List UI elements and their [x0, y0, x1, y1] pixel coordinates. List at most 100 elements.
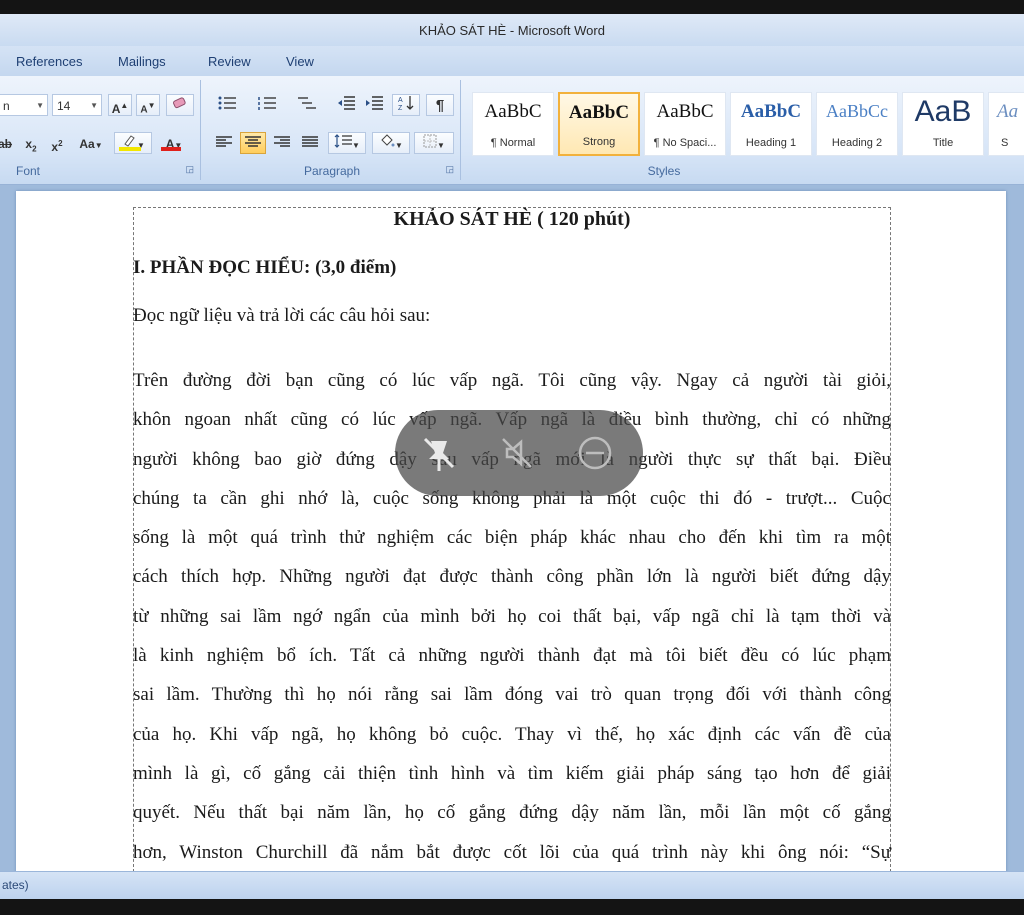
ribbon-tabs: References Mailings Review View [0, 46, 1024, 76]
shrink-font-button[interactable]: A▼ [136, 94, 160, 116]
passage-line: Trên đường đời bạn cũng có lúc vấp ngã. … [133, 370, 891, 391]
multilevel-list-icon [298, 97, 316, 109]
style-name: Heading 1 [745, 137, 797, 149]
media-overlay-controls [395, 410, 643, 496]
multilevel-list-button[interactable] [290, 94, 324, 116]
align-center-button[interactable] [240, 132, 266, 154]
font-group: n ▼ 14 ▼ A▲ A▼ ab x2 x2 Aa▼ ▼ A▼ Font ◲ [0, 80, 201, 180]
strikethrough-button[interactable]: ab [0, 132, 14, 154]
subscript-button[interactable]: x2 [20, 132, 42, 154]
screen-top-edge [0, 0, 1024, 14]
style-name: Strong [582, 136, 616, 148]
cancel-icon[interactable] [573, 431, 617, 475]
document-canvas[interactable]: KHẢO SÁT HÈ ( 120 phút) I. PHẦN ĐỌC HIỂU… [0, 185, 1024, 871]
grow-font-button[interactable]: A▲ [108, 94, 132, 116]
style-heading-1[interactable]: AaBbC Heading 1 [730, 92, 812, 156]
style-subtitle[interactable]: Aa S [988, 92, 1024, 156]
style-name: Title [932, 137, 954, 149]
bullets-button[interactable] [210, 94, 244, 116]
borders-button[interactable]: ▼ [414, 132, 454, 154]
passage-line: từ những sai lầm ngớ ngẩn của mình bởi h… [133, 605, 891, 627]
highlight-color-button[interactable]: ▼ [114, 132, 152, 154]
passage-line: sống là một quá trình thử nghiệm các biệ… [133, 527, 891, 549]
pilcrow-icon: ¶ [435, 97, 445, 114]
clear-formatting-button[interactable] [166, 94, 194, 116]
increase-indent-icon [366, 96, 383, 110]
bullets-icon [218, 96, 236, 110]
eraser-icon [173, 97, 186, 109]
style-strong[interactable]: AaBbC Strong [558, 92, 640, 156]
screen-bottom-edge [0, 899, 1024, 915]
style-name: ¶ Normal [490, 137, 536, 149]
style-title[interactable]: AaB Title [902, 92, 984, 156]
chevron-down-icon: ▼ [36, 101, 44, 110]
align-left-button[interactable] [212, 132, 236, 154]
style-sample: AaBbCc [826, 101, 888, 121]
highlighter-icon [124, 135, 135, 147]
paint-bucket-icon [381, 134, 395, 147]
word-window: KHẢO SÁT HÈ - Microsoft Word References … [0, 0, 1024, 915]
svg-text:Z: Z [398, 105, 403, 111]
style-no-spacing[interactable]: AaBbC ¶ No Spaci... [644, 92, 726, 156]
style-sample: AaBbC [656, 101, 714, 122]
subscript-icon: x2 [25, 137, 37, 154]
passage-line: cách thích hợp. Những người đạt được thà… [133, 566, 891, 588]
increase-indent-button[interactable] [362, 94, 386, 116]
status-bar: ates) [0, 871, 1024, 900]
sort-icon: AZ [398, 96, 414, 112]
tab-mailings[interactable]: Mailings [118, 54, 166, 69]
shrink-font-icon: A [140, 104, 148, 116]
svg-text:A: A [398, 97, 403, 104]
style-sample: AaB [914, 95, 972, 128]
line-spacing-icon [334, 134, 353, 148]
decrease-indent-button[interactable] [334, 94, 358, 116]
style-heading-2[interactable]: AaBbCc Heading 2 [816, 92, 898, 156]
document-title: KHẢO SÁT HÈ ( 120 phút) [393, 208, 631, 230]
borders-icon [423, 134, 437, 148]
numbering-button[interactable] [250, 94, 284, 116]
passage-line: hơn, Winston Churchill đã nắm bắt được c… [133, 841, 891, 863]
superscript-button[interactable]: x2 [46, 132, 68, 154]
font-size-value: 14 [57, 99, 71, 113]
passage-line: là kinh nghiệm bổ ích. Tất cả những ngườ… [133, 645, 891, 667]
mute-icon[interactable] [495, 431, 539, 475]
justify-button[interactable] [298, 132, 322, 154]
line-spacing-button[interactable]: ▼ [328, 132, 366, 154]
style-sample: Aa [997, 101, 1019, 122]
highlight-swatch [119, 147, 141, 151]
section-heading: I. PHẦN ĐỌC HIỂU: (3,0 điểm) [133, 257, 397, 278]
sort-button[interactable]: AZ [392, 94, 420, 116]
pin-icon[interactable] [417, 431, 461, 475]
align-left-icon [216, 136, 232, 147]
superscript-icon: x2 [51, 139, 63, 154]
passage-line: mình là gì, cố gắng cải thiện tình hình … [133, 762, 891, 784]
font-name-combo[interactable]: n ▼ [0, 94, 48, 116]
passage-line: của họ. Khi vấp ngã, họ không bỏ cuộc. T… [133, 723, 891, 745]
show-formatting-button[interactable]: ¶ [426, 94, 454, 116]
tab-review[interactable]: Review [208, 54, 251, 69]
font-dialog-launcher-icon[interactable]: ◲ [185, 164, 194, 175]
style-sample: AaBbC [484, 101, 542, 122]
font-size-combo[interactable]: 14 ▼ [52, 94, 102, 116]
align-center-icon [245, 136, 261, 147]
justify-icon [302, 136, 318, 147]
chevron-down-icon: ▼ [90, 101, 98, 110]
font-color-button[interactable]: A▼ [156, 132, 192, 154]
style-normal[interactable]: AaBbC ¶ Normal [472, 92, 554, 156]
align-right-button[interactable] [270, 132, 294, 154]
style-sample: AaBbC [740, 101, 802, 122]
style-name: ¶ No Spaci... [653, 137, 717, 149]
decrease-indent-icon [338, 96, 355, 110]
status-text: ates) [2, 878, 29, 892]
align-right-icon [274, 136, 290, 147]
tab-view[interactable]: View [286, 54, 314, 69]
font-color-swatch [161, 147, 181, 151]
tab-references[interactable]: References [16, 54, 82, 69]
ribbon: n ▼ 14 ▼ A▲ A▼ ab x2 x2 Aa▼ ▼ A▼ Font ◲ … [0, 76, 1024, 185]
change-case-button[interactable]: Aa▼ [74, 132, 108, 154]
styles-group: AaBbC ¶ Normal AaBbC Strong AaBbC ¶ No S… [464, 80, 1024, 180]
styles-group-label: Styles [647, 164, 681, 178]
shading-button[interactable]: ▼ [372, 132, 410, 154]
font-group-label: Font [16, 164, 41, 178]
font-name-value: n [3, 99, 10, 113]
